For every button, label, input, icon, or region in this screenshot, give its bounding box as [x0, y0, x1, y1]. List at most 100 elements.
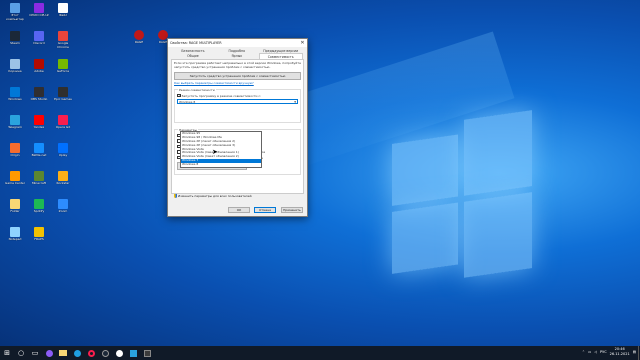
desktop-icon-yandex[interactable]: Yandex [28, 115, 50, 130]
how-link[interactable]: Как выбрать параметры совместимости вруч… [174, 81, 301, 86]
intro-text: Если эта программа работает неправильно … [174, 61, 301, 69]
cancel-button[interactable]: Отмена [254, 207, 276, 213]
desktop-icon-folder[interactable]: Folder [4, 199, 26, 214]
compat-checkbox[interactable]: ✓ [177, 93, 181, 98]
desktop-icon-windows[interactable]: Windows [4, 87, 26, 102]
volume-icon[interactable]: ◁ [594, 350, 597, 354]
opera-icon[interactable] [84, 346, 98, 360]
origin-icon [10, 143, 20, 153]
desktop-icon-epic[interactable]: Epic Games [52, 87, 74, 102]
desktop-icon-label: Epic Games [54, 98, 72, 101]
uplay-icon [58, 143, 68, 153]
windows-icon [10, 87, 20, 97]
gamecenter-icon [10, 171, 20, 181]
compat-group-title: Режим совместимости [178, 88, 216, 93]
steam-icon [10, 31, 20, 41]
desktop-icon-label: Spotify [33, 210, 45, 213]
desktop-icon-file[interactable]: Файл [52, 3, 74, 18]
desktop-icon-label: Telegram [8, 126, 22, 129]
cortana-icon[interactable] [42, 346, 56, 360]
start-icon[interactable]: ⊞ [0, 346, 14, 360]
desktop-icon-adobe[interactable]: Adobe [28, 59, 50, 74]
app-icon[interactable] [140, 346, 154, 360]
desktop-icon-label: Origin [10, 154, 20, 157]
obs-icon [34, 87, 44, 97]
clock[interactable]: 20:46 26.11.2021 [610, 347, 630, 356]
file-icon [58, 3, 68, 13]
desktop-icon-label: Folder [10, 210, 20, 213]
notifications-icon[interactable]: ▤ [633, 350, 636, 354]
desktop-icon-rage[interactable]: RAGE [128, 30, 150, 45]
dialog-titlebar: Свойства: RAGE MULTIPLAYER ✕ [168, 39, 307, 47]
edge-icon[interactable] [70, 346, 84, 360]
zoom-icon [58, 199, 68, 209]
os-option[interactable]: Windows 8 [181, 163, 261, 167]
rockstar-icon [58, 171, 68, 181]
desktop-icon-uplay[interactable]: Uplay [52, 143, 74, 158]
windows-logo-wallpaper [392, 110, 532, 280]
desktop-icon-nvidia[interactable]: GeForce [52, 59, 74, 74]
desktop-icon-telegram[interactable]: Telegram [4, 115, 26, 130]
notepad-icon [10, 227, 20, 237]
windows-security-icon[interactable] [126, 346, 140, 360]
properties-dialog: Свойства: RAGE MULTIPLAYER ✕ Безопасност… [167, 38, 308, 217]
search-icon[interactable]: ○ [14, 346, 28, 360]
language-indicator[interactable]: РУС [600, 350, 607, 354]
desktop-icon-discord[interactable]: Discord [28, 31, 50, 46]
os-select[interactable]: Windows 8 [177, 99, 298, 105]
desktop-icon-chrome[interactable]: Google Chrome [52, 31, 74, 49]
folder-icon [10, 199, 20, 209]
desktop-icon-opera[interactable]: Opera GX [52, 115, 74, 130]
opera-icon [58, 115, 68, 125]
desktop-icon-computer[interactable]: Этот компьютер [4, 3, 26, 21]
troubleshoot-button[interactable]: Запустить средство устранения проблем с … [174, 71, 301, 80]
fraps-icon [34, 227, 44, 237]
close-icon[interactable]: ✕ [298, 39, 307, 47]
desktop-icon-label: Minecraft [31, 182, 47, 185]
tray-chevron-icon[interactable]: ⌃ [582, 350, 585, 354]
dialog-footer: ОК Отмена Применить [168, 205, 307, 213]
desktop-icon-fraps[interactable]: FRAPS [28, 227, 50, 242]
desktop-icon-recycle-bin[interactable]: Корзина [4, 59, 26, 74]
desktop-icon-label: Zoom [58, 210, 68, 213]
uac-shield-icon [174, 194, 177, 198]
desktop-icon-label: Notepad [8, 238, 22, 241]
adobe-icon [34, 59, 44, 69]
desktop-icon-minecraft[interactable]: Minecraft [28, 171, 50, 186]
desktop-icon-label: Discord [33, 42, 45, 45]
desktop-icon-label: Файл [58, 14, 68, 17]
apply-button[interactable]: Применить [281, 207, 303, 213]
compat-mode-group: Режим совместимости ✓ Запустить программ… [174, 88, 301, 124]
desktop-icon-steam[interactable]: Steam [4, 31, 26, 46]
yandex-icon [34, 115, 44, 125]
desktop-icon-label: Steam [10, 42, 20, 45]
explorer-icon[interactable] [56, 346, 70, 360]
desktop-icon-origin[interactable]: Origin [4, 143, 26, 158]
desktop-icon-label: Корзина [8, 70, 22, 73]
dialog-title: Свойства: RAGE MULTIPLAYER [170, 41, 222, 45]
rage-icon [134, 30, 144, 40]
desktop-icon-obs[interactable]: OBS Studio [28, 87, 50, 102]
desktop-icon-zoom[interactable]: Zoom [52, 199, 74, 214]
chrome-icon [58, 31, 68, 41]
desktop-icon-notepad[interactable]: Notepad [4, 227, 26, 242]
epic-icon [58, 87, 68, 97]
desktop-icon-label: Этот компьютер [6, 14, 24, 21]
mouse-cursor-icon: ➤ [212, 148, 218, 156]
desktop-icon-gamecenter[interactable]: Game Center [4, 171, 26, 186]
yandex-icon[interactable] [112, 346, 126, 360]
task-view-icon[interactable]: ▭ [28, 346, 42, 360]
desktop-icon-battlenet[interactable]: Battle.net [28, 143, 50, 158]
network-icon[interactable]: ▭ [588, 350, 591, 354]
desktop-icon-cpuz[interactable]: CPUID CPU-Z [28, 3, 50, 18]
compat-checkbox-row[interactable]: ✓ Запустить программу в режиме совместим… [177, 94, 298, 98]
desktop-icon-rockstar[interactable]: Rockstar [52, 171, 74, 186]
ok-button[interactable]: ОК [228, 207, 250, 213]
battlenet-icon [34, 143, 44, 153]
desktop-icon-spotify[interactable]: Spotify [28, 199, 50, 214]
recycle-bin-icon [10, 59, 20, 69]
nvidia-icon [58, 59, 68, 69]
all-users-button[interactable]: Изменить параметры для всех пользователе… [174, 194, 252, 198]
steam-taskbar-icon[interactable] [98, 346, 112, 360]
compatibility-panel: Если эта программа работает неправильно … [171, 59, 304, 195]
